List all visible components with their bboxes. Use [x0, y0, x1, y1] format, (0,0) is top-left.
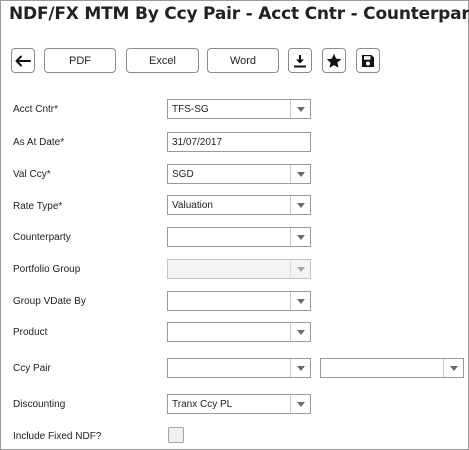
save-button[interactable] [356, 48, 380, 73]
chevron-down-icon [449, 365, 458, 371]
val-ccy-dropdown-arrow[interactable] [290, 165, 310, 183]
ccy-pair-1-dropdown-arrow[interactable] [290, 359, 310, 377]
product-label: Product [13, 327, 48, 338]
group-vdate-by-select[interactable] [167, 291, 311, 311]
product-select[interactable] [167, 322, 311, 342]
ccy-pair-select-2[interactable] [320, 358, 464, 378]
product-dropdown-arrow[interactable] [290, 323, 310, 341]
as-at-date-input[interactable]: 31/07/2017 [167, 132, 311, 152]
discounting-select[interactable]: Tranx Ccy PL [167, 394, 311, 414]
ccy-pair-label: Ccy Pair [13, 363, 51, 374]
acct-cntr-dropdown-arrow[interactable] [290, 100, 310, 118]
chevron-down-icon [296, 401, 305, 407]
group-vdate-by-dropdown-arrow[interactable] [290, 292, 310, 310]
excel-button[interactable]: Excel [126, 48, 199, 73]
floppy-disk-icon [362, 54, 374, 67]
val-ccy-select[interactable]: SGD [167, 164, 311, 184]
chevron-down-icon [296, 365, 305, 371]
acct-cntr-value: TFS-SG [172, 103, 209, 115]
rate-type-label: Rate Type* [13, 201, 63, 212]
chevron-down-icon [296, 298, 305, 304]
counterparty-dropdown-arrow[interactable] [290, 228, 310, 246]
chevron-down-icon [296, 171, 305, 177]
star-icon [326, 53, 342, 68]
arrow-left-icon [15, 55, 31, 66]
discounting-dropdown-arrow[interactable] [290, 395, 310, 413]
download-icon [294, 54, 306, 67]
val-ccy-label: Val Ccy* [13, 169, 51, 180]
portfolio-group-select [167, 259, 311, 279]
pdf-button[interactable]: PDF [44, 48, 116, 73]
include-fixed-ndf-label: Include Fixed NDF? [13, 431, 102, 442]
counterparty-select[interactable] [167, 227, 311, 247]
back-button[interactable] [11, 48, 35, 73]
chevron-down-icon [296, 329, 305, 335]
report-window: NDF/FX MTM By Ccy Pair - Acct Cntr - Cou… [0, 0, 469, 450]
as-at-date-label: As At Date* [13, 137, 65, 148]
portfolio-group-dropdown-arrow [290, 260, 310, 278]
word-button[interactable]: Word [207, 48, 279, 73]
val-ccy-value: SGD [172, 168, 194, 180]
page-title: NDF/FX MTM By Ccy Pair - Acct Cntr - Cou… [9, 4, 469, 24]
download-button[interactable] [288, 48, 312, 73]
portfolio-group-label: Portfolio Group [13, 264, 81, 275]
counterparty-label: Counterparty [13, 232, 71, 243]
ccy-pair-select-1[interactable] [167, 358, 311, 378]
rate-type-value: Valuation [172, 199, 213, 211]
acct-cntr-label: Acct Cntr* [13, 104, 59, 115]
rate-type-dropdown-arrow[interactable] [290, 196, 310, 214]
ccy-pair-2-dropdown-arrow[interactable] [443, 359, 463, 377]
rate-type-select[interactable]: Valuation [167, 195, 311, 215]
include-fixed-ndf-checkbox[interactable] [168, 427, 184, 443]
chevron-down-icon [296, 234, 305, 240]
favorite-button[interactable] [322, 48, 346, 73]
discounting-value: Tranx Ccy PL [172, 398, 233, 410]
chevron-down-icon [296, 202, 305, 208]
group-vdate-by-label: Group VDate By [13, 296, 86, 307]
as-at-date-value: 31/07/2017 [172, 136, 223, 148]
chevron-down-icon [296, 266, 305, 272]
chevron-down-icon [296, 106, 305, 112]
acct-cntr-select[interactable]: TFS-SG [167, 99, 311, 119]
discounting-label: Discounting [13, 399, 66, 410]
